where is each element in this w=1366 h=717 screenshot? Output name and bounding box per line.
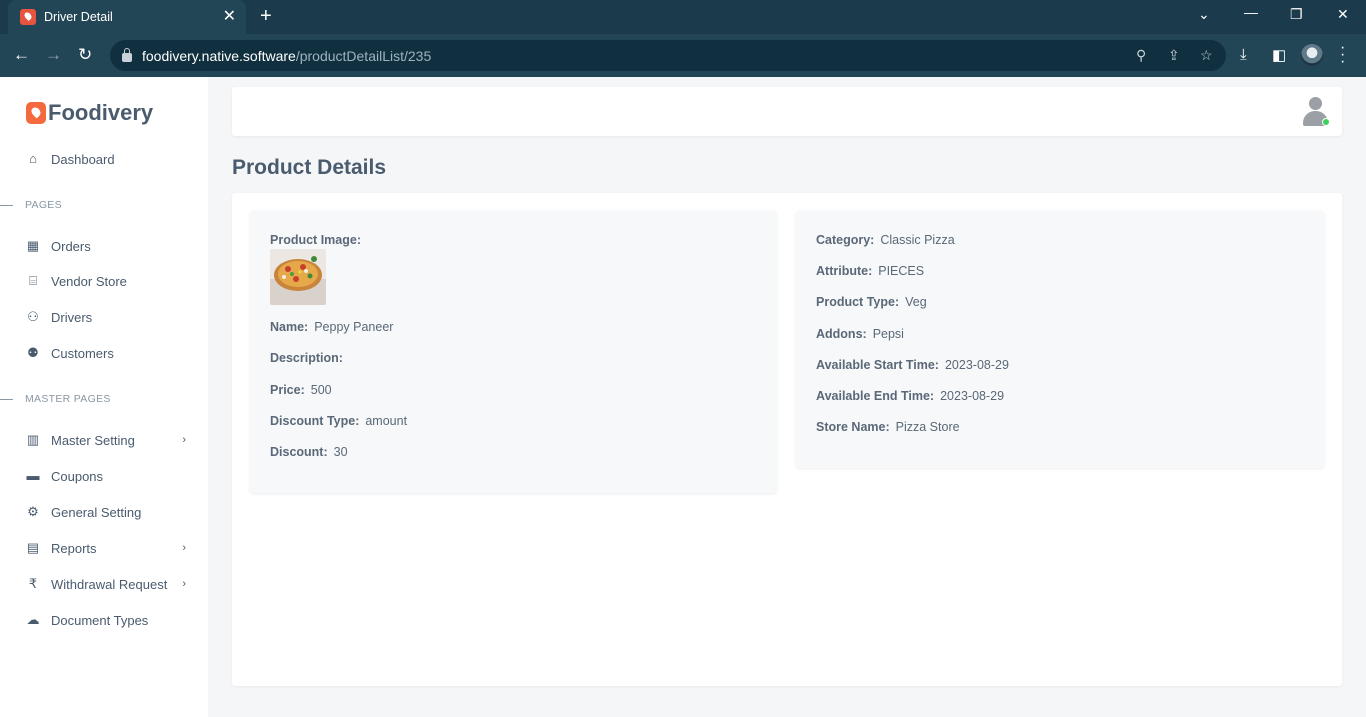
sidebar-item-vendor-store[interactable]: ⌸ Vendor Store: [26, 271, 196, 291]
sidebar-item-document-types[interactable]: ☁ Document Types: [26, 610, 196, 630]
new-tab-icon[interactable]: +: [260, 6, 272, 26]
lock-icon: [122, 48, 132, 62]
product-image-label: Product Image:: [270, 233, 361, 247]
sidebar-item-reports[interactable]: ▤ Reports ›: [26, 538, 196, 558]
field-store-name: Store Name: Pizza Store: [816, 420, 960, 434]
field-discount-type: Discount Type: amount: [270, 414, 408, 428]
browser-toolbar: ← → ↻ foodivery.native.software/productD…: [0, 34, 1366, 77]
download-icon[interactable]: ⤓: [1240, 46, 1247, 63]
page-title: Product Details: [232, 156, 387, 179]
sidebar-item-general-setting[interactable]: ⚙ General Setting: [26, 502, 196, 522]
field-discount: Discount: 30: [270, 445, 348, 459]
chevron-right-icon: ›: [182, 434, 186, 446]
bookmark-star-icon[interactable]: ☆: [1200, 47, 1213, 64]
brand-name: Foodivery: [48, 100, 154, 125]
sidebar-item-label: Vendor Store: [51, 273, 127, 289]
home-icon: ⌂: [29, 151, 37, 166]
top-header: [232, 87, 1342, 136]
cloud-upload-icon: ☁: [26, 612, 40, 627]
reload-icon[interactable]: ↻: [78, 45, 92, 65]
chevron-right-icon: ›: [182, 542, 186, 554]
store-icon: ⌸: [29, 273, 37, 288]
product-image: [270, 249, 326, 305]
chevron-right-icon: ›: [182, 578, 186, 590]
back-icon[interactable]: ←: [13, 45, 30, 65]
tab-search-chevron-icon[interactable]: ⌄: [1198, 6, 1210, 23]
field-addons: Addons: Pepsi: [816, 327, 904, 341]
rupee-icon: ₹: [28, 576, 38, 591]
sidebar-item-label: General Setting: [51, 504, 142, 520]
field-category: Category: Classic Pizza: [816, 233, 955, 247]
sidebar-item-coupons[interactable]: ▬ Coupons: [26, 466, 196, 486]
book-icon: ▥: [26, 432, 40, 447]
field-attribute: Attribute: PIECES: [816, 264, 925, 278]
forward-icon[interactable]: →: [45, 45, 62, 65]
document-icon: ▤: [26, 540, 40, 555]
brand-logo[interactable]: Foodivery: [26, 100, 153, 126]
browser-tab[interactable]: Driver Detail ✕: [8, 0, 246, 34]
product-info-panel: Product Image: Name: Peppy Paneer Descri…: [250, 211, 777, 493]
sidebar-item-drivers[interactable]: ⚇ Drivers: [26, 307, 196, 327]
sidebar-item-label: Orders: [51, 238, 91, 254]
field-available-start-time: Available Start Time: 2023-08-29: [816, 358, 1009, 372]
ticket-icon: ▬: [26, 468, 40, 483]
foodivery-favicon-icon: [20, 9, 36, 25]
address-bar[interactable]: foodivery.native.software/productDetailL…: [110, 40, 1226, 71]
section-pages: PAGES: [0, 199, 62, 211]
side-panel-icon[interactable]: ◧: [1272, 46, 1286, 64]
browser-tab-bar: Driver Detail ✕ + ⌄ — ❐ ✕: [0, 0, 1366, 34]
field-price: Price: 500: [270, 383, 332, 397]
sidebar-item-label: Document Types: [51, 612, 149, 628]
browser-menu-icon[interactable]: · · ·: [1340, 40, 1345, 70]
sidebar-item-customers[interactable]: ⚉ Customers: [26, 343, 196, 363]
sidebar-item-label: Coupons: [51, 468, 104, 484]
sidebar-item-master-setting[interactable]: ▥ Master Setting ›: [26, 430, 196, 450]
grid-icon: ▦: [26, 238, 40, 253]
users-icon: ⚉: [27, 345, 39, 360]
pizza-image: [270, 249, 326, 305]
url-host: foodivery.native.software: [142, 47, 296, 64]
url-path: /productDetailList/235: [295, 47, 432, 64]
online-status-icon: [1322, 118, 1330, 126]
sidebar: Foodivery ⌂ Dashboard PAGES ▦ Orders ⌸ V…: [0, 77, 208, 717]
close-tab-icon[interactable]: ✕: [223, 9, 236, 25]
avatar-head: [1309, 97, 1322, 110]
gear-icon: ⚙: [27, 504, 39, 519]
sidebar-item-withdrawal-request[interactable]: ₹ Withdrawal Request ›: [26, 574, 196, 594]
sidebar-item-label: Customers: [51, 345, 114, 361]
profile-avatar[interactable]: [1301, 44, 1323, 66]
sidebar-item-label: Dashboard: [51, 151, 115, 167]
share-icon[interactable]: ⇪: [1168, 47, 1180, 64]
product-attributes-panel: Category: Classic Pizza Attribute: PIECES …: [796, 211, 1324, 468]
restore-icon[interactable]: ❐: [1290, 6, 1303, 23]
field-name: Name: Peppy Paneer: [270, 320, 394, 334]
section-master-pages: MASTER PAGES: [0, 393, 111, 405]
close-window-icon[interactable]: ✕: [1337, 6, 1349, 23]
field-description: Description:: [270, 351, 343, 365]
sidebar-item-orders[interactable]: ▦ Orders: [26, 236, 196, 256]
tab-title: Driver Detail: [44, 10, 113, 24]
field-product-type: Product Type: Veg: [816, 295, 927, 309]
product-details-card: Product Image: Name: Peppy Paneer Descri…: [232, 193, 1342, 686]
field-available-end-time: Available End Time: 2023-08-29: [816, 389, 1005, 403]
user-icon: ⚇: [27, 309, 39, 324]
sidebar-item-label: Master Setting: [51, 432, 135, 448]
sidebar-item-label: Withdrawal Request: [51, 576, 168, 592]
zoom-icon[interactable]: ⚲: [1136, 47, 1146, 64]
sidebar-item-label: Drivers: [51, 309, 93, 325]
minimize-icon[interactable]: —: [1244, 4, 1258, 20]
location-pin-logo-icon: [26, 102, 46, 124]
user-avatar[interactable]: [1302, 97, 1330, 127]
sidebar-item-dashboard[interactable]: ⌂ Dashboard: [26, 149, 196, 169]
sidebar-item-label: Reports: [51, 540, 97, 556]
